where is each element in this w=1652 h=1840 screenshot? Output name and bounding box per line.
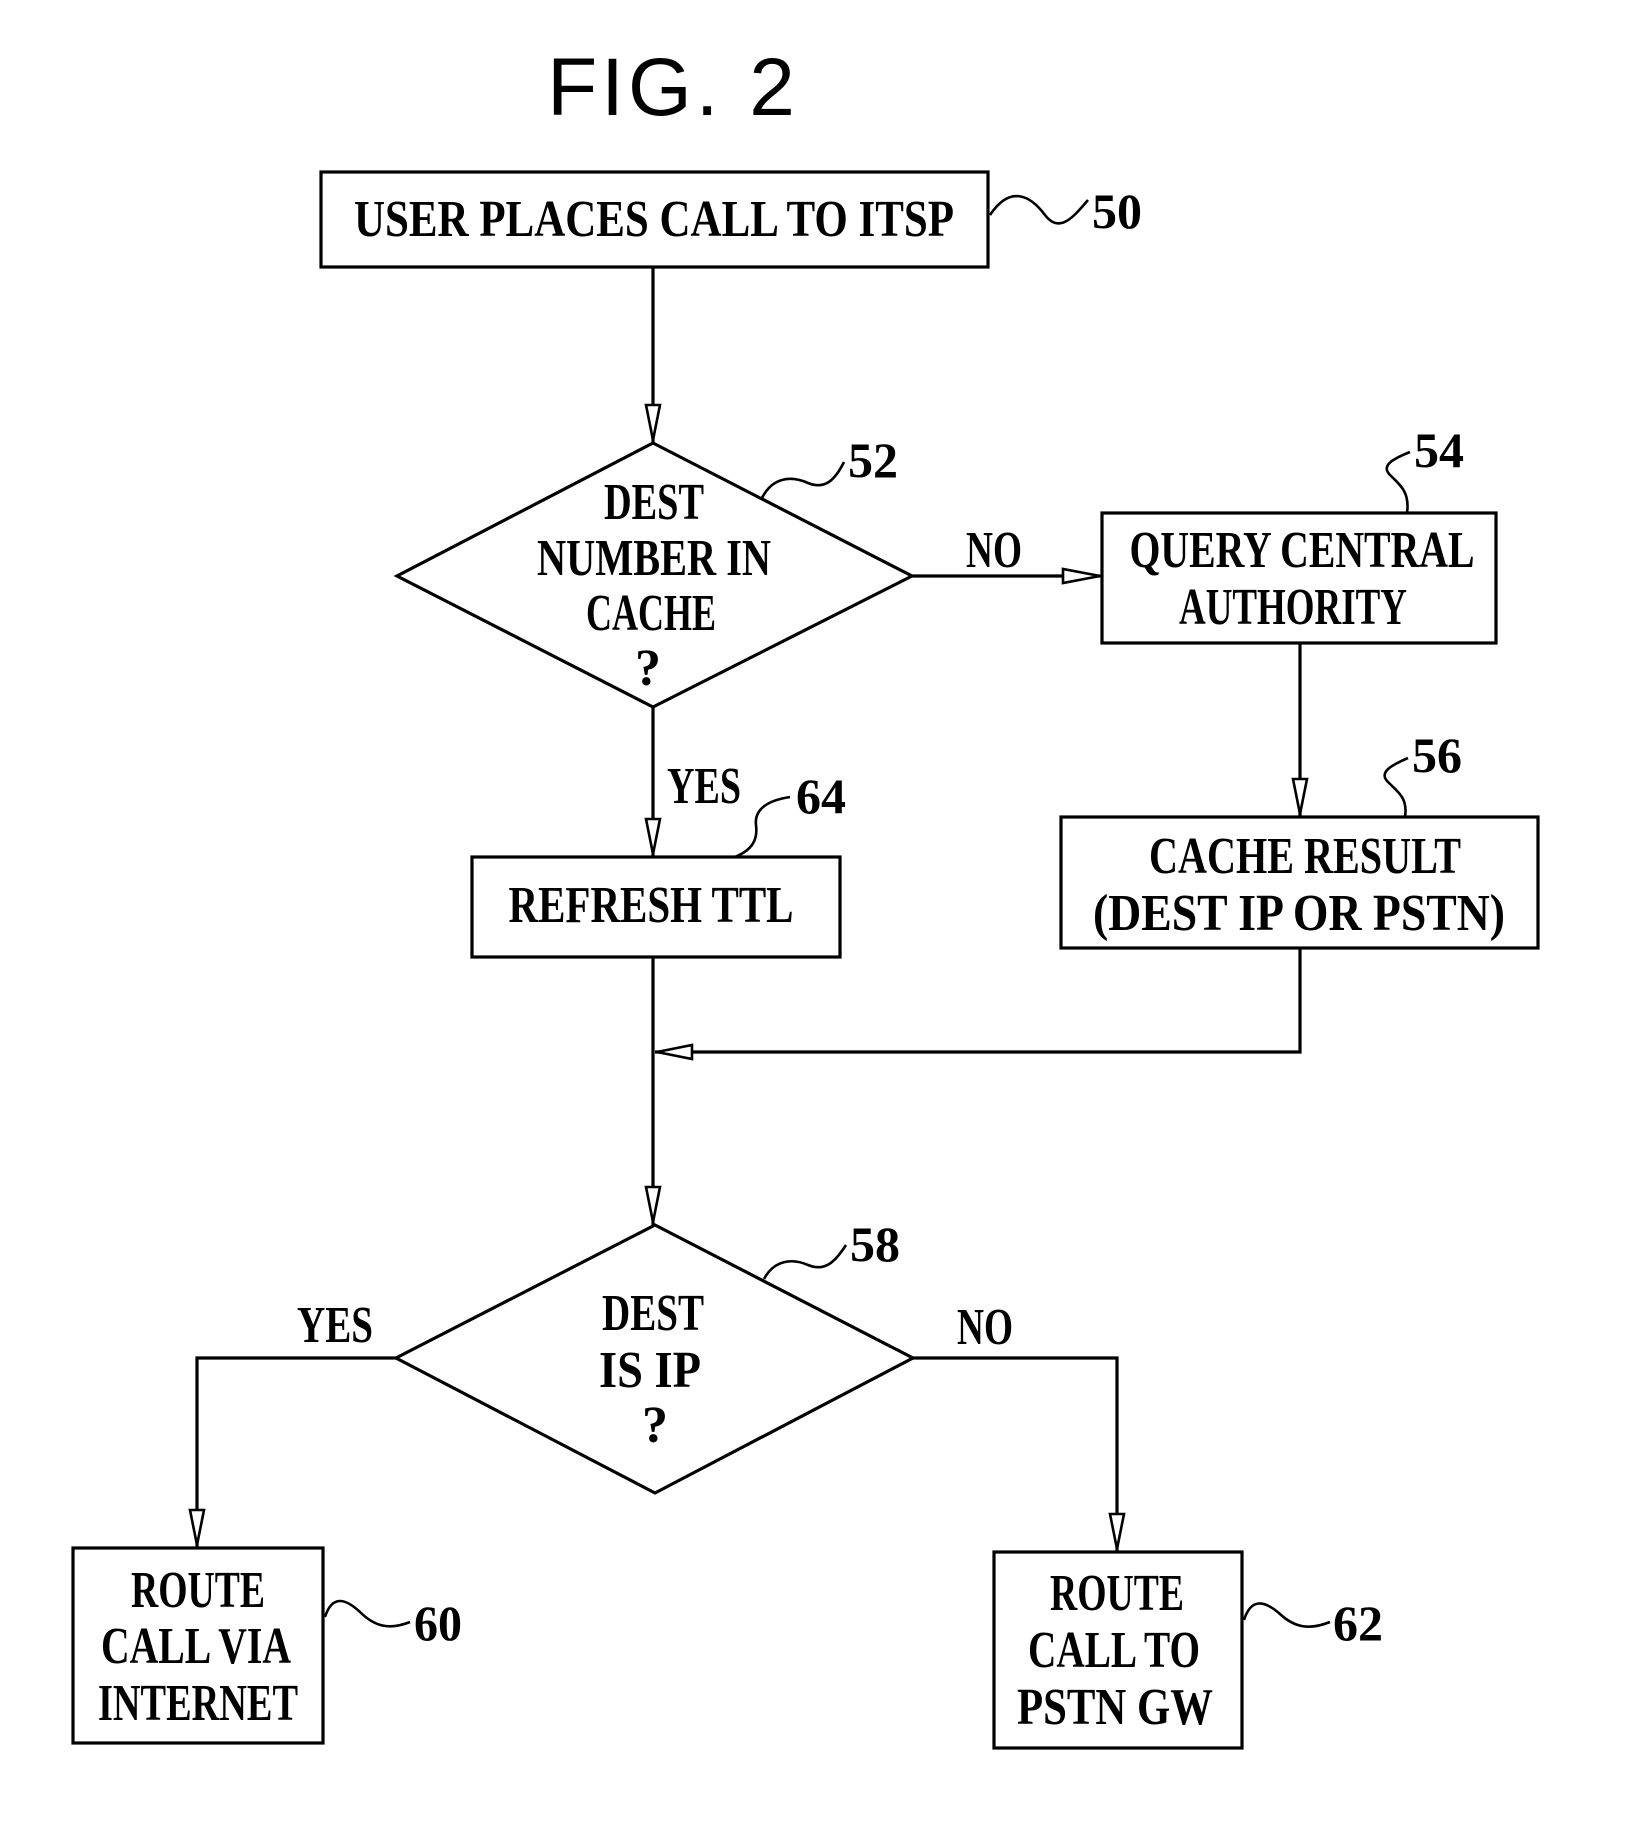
figure-title: FIG. 2	[547, 42, 799, 133]
node-58-dest-is-ip: DEST IS IP ?	[392, 1223, 917, 1495]
ref-label-58: 58	[850, 1216, 900, 1272]
edge-label-52-yes: YES	[667, 758, 741, 815]
node-52-text-line-1: DEST	[604, 474, 704, 531]
node-60-text-line-3: INTERNET	[98, 1675, 298, 1732]
arrowhead-58-to-62	[1108, 1512, 1126, 1550]
node-58-text-line-2: IS IP	[599, 1342, 701, 1399]
flowchart-fig-2: FIG. 2 USER PLACES CALL TO ITSP 50 DEST …	[71, 42, 1540, 1750]
ref-label-60: 60	[414, 1595, 462, 1651]
node-56-text-line-2: (DEST IP OR PSTN)	[1093, 885, 1505, 942]
leader-line-54	[1385, 450, 1411, 514]
leader-line-52	[760, 461, 846, 499]
node-62-text-line-1: ROUTE	[1050, 1565, 1184, 1622]
node-58-text-line-3: ?	[642, 1397, 668, 1454]
node-52-text-line-4: ?	[635, 640, 661, 697]
ref-label-52: 52	[848, 432, 898, 488]
edge-58-to-60	[195, 1356, 396, 1548]
node-62-text-line-2: CALL TO	[1028, 1622, 1200, 1679]
edge-label-58-yes: YES	[297, 1297, 373, 1354]
edge-58-to-62	[913, 1356, 1119, 1552]
node-52-text-line-3: CACHE	[586, 585, 716, 642]
arrowhead-56-to-merge	[656, 1043, 694, 1061]
node-54-text-line-2: AUTHORITY	[1179, 579, 1407, 636]
node-64-refresh-ttl: REFRESH TTL	[470, 855, 842, 959]
node-64-text: REFRESH TTL	[509, 877, 794, 934]
ref-label-56: 56	[1412, 727, 1462, 783]
ref-label-64: 64	[796, 768, 846, 824]
leader-line-58	[762, 1244, 848, 1280]
node-54-text-line-1: QUERY CENTRAL	[1130, 522, 1475, 579]
arrowhead-58-to-60	[188, 1508, 206, 1546]
leader-line-62	[1242, 1602, 1331, 1628]
leader-line-50	[988, 194, 1089, 225]
node-62-route-to-pstn-gw: ROUTE CALL TO PSTN GW	[992, 1550, 1244, 1750]
ref-label-62: 62	[1333, 1595, 1383, 1651]
node-62-text-line-3: PSTN GW	[1017, 1679, 1213, 1736]
node-52-dest-number-in-cache: DEST NUMBER IN CACHE ?	[393, 441, 916, 709]
arrowhead-52-to-54	[1061, 567, 1101, 585]
node-54-query-central-authority: QUERY CENTRAL AUTHORITY	[1100, 511, 1498, 645]
node-50-text: USER PLACES CALL TO ITSP	[354, 191, 954, 248]
arrowhead-54-to-56	[1291, 777, 1309, 815]
edge-label-58-no: NO	[957, 1299, 1013, 1356]
leader-line-60	[323, 1599, 411, 1628]
node-60-text-line-1: ROUTE	[131, 1562, 265, 1619]
node-60-route-via-internet: ROUTE CALL VIA INTERNET	[71, 1546, 325, 1745]
edge-label-52-no: NO	[966, 522, 1022, 579]
node-56-text-line-1: CACHE RESULT	[1149, 828, 1461, 885]
node-56-cache-result: CACHE RESULT (DEST IP OR PSTN)	[1059, 815, 1540, 950]
node-58-text-line-1: DEST	[602, 1285, 704, 1342]
ref-label-50: 50	[1092, 183, 1142, 239]
leader-line-64	[734, 795, 791, 859]
ref-label-54: 54	[1414, 422, 1464, 478]
edge-56-to-merge	[655, 948, 1302, 1054]
leader-line-56	[1383, 756, 1409, 818]
arrowhead-50-to-52	[644, 403, 662, 441]
node-52-text-line-2: NUMBER IN	[537, 530, 771, 587]
arrowhead-52-to-64	[644, 817, 662, 855]
node-50-user-places-call: USER PLACES CALL TO ITSP	[319, 170, 990, 269]
node-60-text-line-2: CALL VIA	[101, 1618, 291, 1675]
arrowhead-merge-to-58	[644, 1185, 662, 1223]
